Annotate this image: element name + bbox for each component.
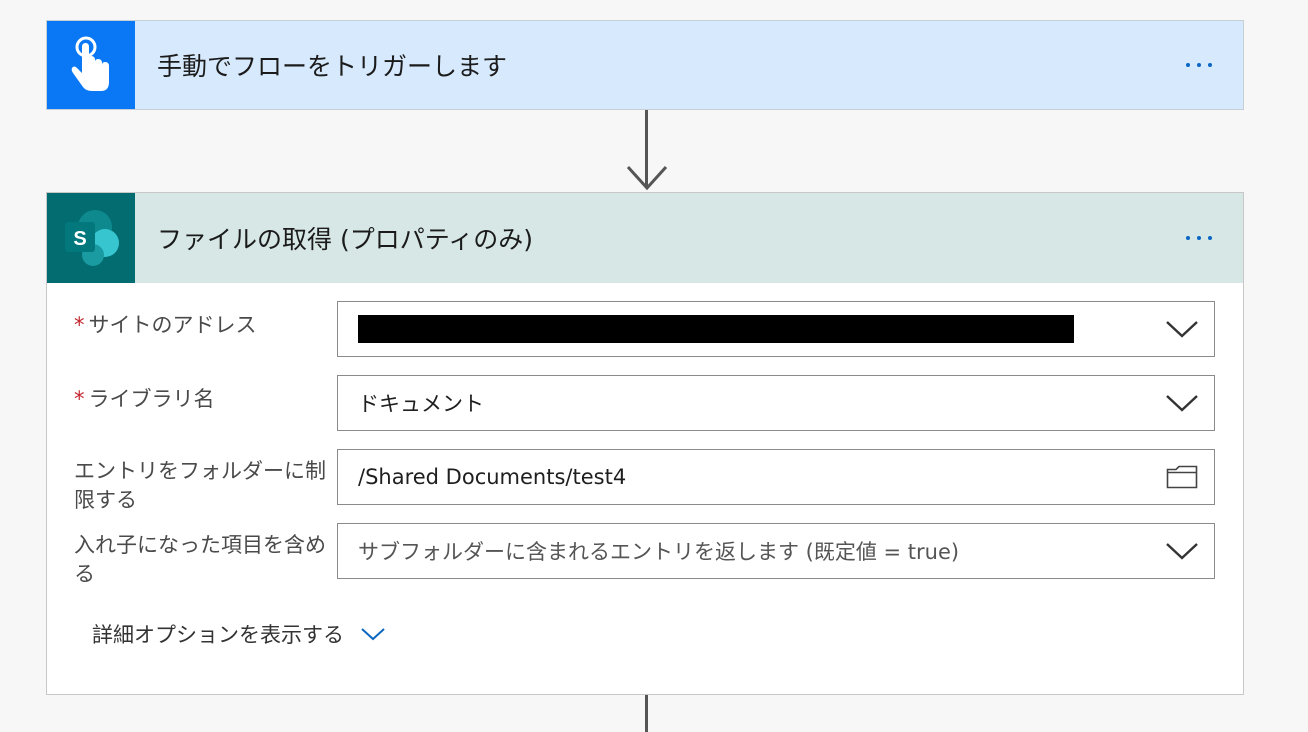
chevron-down-icon	[1166, 321, 1198, 338]
folder-restrict-label: エントリをフォルダーに制限する	[74, 459, 326, 512]
more-dot-icon	[1186, 236, 1190, 240]
action-title[interactable]: ファイルの取得 (プロパティのみ)	[157, 220, 1169, 256]
redacted-site-address	[358, 315, 1074, 343]
action-more-button[interactable]	[1169, 236, 1229, 240]
sharepoint-icon: S	[65, 210, 119, 266]
library-name-label: * ライブラリ名	[74, 387, 215, 411]
touch-hand-icon	[71, 36, 109, 91]
show-advanced-options-link[interactable]: 詳細オプションを表示する	[92, 619, 386, 649]
trigger-title[interactable]: 手動でフローをトリガーします	[157, 47, 1169, 83]
folder-path-input[interactable]: /Shared Documents/test4	[337, 449, 1215, 505]
more-dot-icon	[1197, 63, 1201, 67]
arrow-down-icon	[626, 165, 668, 191]
site-address-dropdown[interactable]	[337, 301, 1215, 357]
include-nested-label: 入れ子になった項目を含める	[74, 533, 326, 586]
site-address-value	[358, 315, 1150, 343]
chevron-down-icon	[361, 628, 385, 641]
folder-path-value: /Shared Documents/test4	[358, 465, 627, 489]
chevron-down-icon	[1166, 543, 1198, 560]
include-nested-chevron[interactable]	[1150, 524, 1214, 578]
library-name-dropdown[interactable]: ドキュメント	[337, 375, 1215, 431]
site-address-label: * サイトのアドレス	[74, 313, 257, 337]
required-marker: *	[74, 387, 85, 411]
svg-text:S: S	[73, 228, 86, 250]
trigger-more-button[interactable]	[1169, 63, 1229, 67]
more-dot-icon	[1208, 236, 1212, 240]
chevron-down-icon	[1166, 395, 1198, 412]
library-name-chevron[interactable]	[1150, 376, 1214, 430]
action-card: S ファイルの取得 (プロパティのみ) * サイトのアドレス * ライブラリ名 …	[46, 192, 1244, 695]
folder-icon	[1166, 465, 1198, 489]
library-name-value: ドキュメント	[358, 392, 484, 416]
include-nested-dropdown[interactable]: サブフォルダーに含まれるエントリを返します (既定値 = true)	[337, 523, 1215, 579]
more-dot-icon	[1208, 63, 1212, 67]
more-dot-icon	[1197, 236, 1201, 240]
connector-line	[645, 695, 648, 732]
required-marker: *	[74, 313, 85, 337]
folder-picker-button[interactable]	[1150, 450, 1214, 504]
advanced-options-label: 詳細オプションを表示する	[92, 623, 344, 647]
trigger-icon-box	[47, 21, 135, 109]
sharepoint-icon-box: S	[47, 193, 135, 283]
action-header[interactable]: S ファイルの取得 (プロパティのみ)	[47, 193, 1243, 283]
include-nested-placeholder: サブフォルダーに含まれるエントリを返します (既定値 = true)	[358, 540, 960, 564]
more-dot-icon	[1186, 63, 1190, 67]
trigger-card[interactable]: 手動でフローをトリガーします	[46, 20, 1244, 110]
site-address-chevron[interactable]	[1150, 302, 1214, 356]
